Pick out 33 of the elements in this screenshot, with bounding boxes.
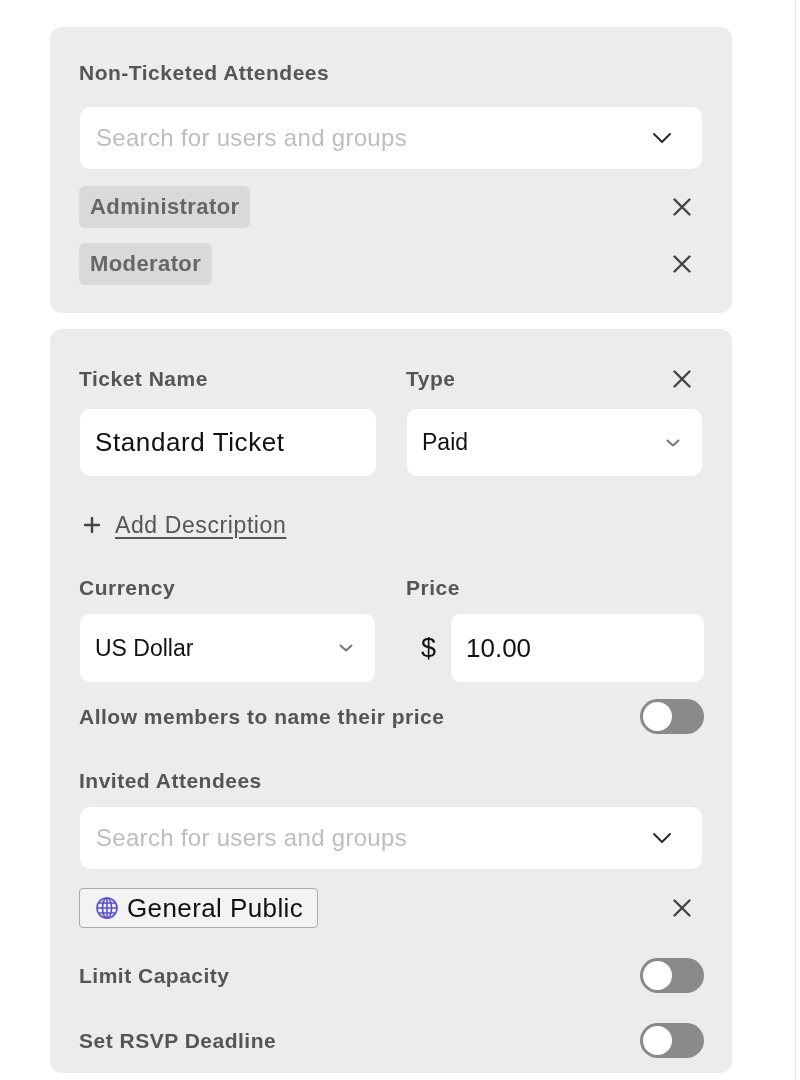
- ticket-name-input[interactable]: Standard Ticket: [80, 409, 376, 476]
- add-description-link[interactable]: Add Description: [115, 511, 287, 539]
- currency-select[interactable]: US Dollar: [80, 614, 375, 682]
- section-title: Invited Attendees: [79, 769, 263, 793]
- chevron-down-icon: [666, 438, 680, 447]
- chevron-down-icon: [339, 644, 353, 652]
- toggle-label: Allow members to name their price: [79, 704, 445, 729]
- chevron-down-icon[interactable]: [653, 833, 671, 843]
- field-label: Currency: [79, 576, 177, 600]
- search-field[interactable]: Search for users and groups: [80, 107, 702, 169]
- close-icon[interactable]: [673, 899, 691, 917]
- search-field[interactable]: Search for users and groups: [80, 807, 702, 869]
- toggle-switch[interactable]: [640, 699, 704, 734]
- chevron-down-icon[interactable]: [653, 133, 671, 143]
- plus-icon[interactable]: [84, 517, 100, 533]
- section-title: Non-Ticketed Attendees: [79, 61, 331, 85]
- close-icon[interactable]: [673, 198, 691, 216]
- close-icon[interactable]: [673, 370, 691, 388]
- close-icon[interactable]: [673, 255, 691, 273]
- currency-symbol: $: [420, 632, 437, 664]
- field-label: Type: [406, 367, 456, 391]
- globe-icon: [96, 897, 118, 919]
- type-select[interactable]: Paid: [407, 409, 702, 476]
- field-label: Ticket Name: [79, 367, 209, 391]
- tag-label: General Public: [127, 892, 304, 924]
- toggle-label: Set RSVP Deadline: [79, 1028, 277, 1053]
- toggle-label: Limit Capacity: [79, 963, 230, 988]
- toggle-switch[interactable]: [640, 958, 704, 993]
- toggle-switch[interactable]: [640, 1023, 704, 1058]
- field-label: Price: [406, 576, 461, 600]
- role-tag: Administrator: [79, 186, 251, 228]
- role-tag: Moderator: [79, 243, 213, 285]
- price-input[interactable]: 10.00: [451, 614, 704, 682]
